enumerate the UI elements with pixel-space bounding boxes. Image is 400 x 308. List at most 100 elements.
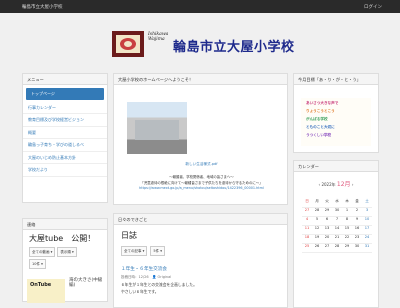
calendar-day[interactable]: 5 — [312, 217, 322, 225]
calendar-day[interactable]: 28 — [312, 208, 322, 216]
diary-panel: 日々のできごと 日誌 全ての記事 ▾ 5件 ▾ １年生・６年生交流会 投稿日時：… — [113, 213, 288, 308]
calendar-prev-icon[interactable]: ‹ — [319, 182, 321, 187]
calendar-week-row: 27 28 29 30 1 2 3 — [302, 208, 372, 217]
menu-item-guide[interactable]: 輪島っ子育ち・学びの道しるべ — [23, 139, 107, 152]
calendar-next-icon[interactable]: › — [352, 182, 354, 187]
pdf-link[interactable]: 新しい生活様式.pdf — [114, 162, 289, 167]
motto-panel: 今月目標「あ・り・が・と・う」 あいさつ大きな声で りょうこうとこう がんばる学… — [293, 73, 379, 153]
calendar-heading: カレンダー — [294, 161, 378, 172]
welcome-caption-2: 「児童虐待の根絶に向けて～報種皆さまで子供たちを虐待から守るためのに～」 — [140, 181, 263, 185]
menu-panel: メニュー トップページ 行事カレンダー 教育目標及び学校経営ビジョン 概要 輪島… — [22, 73, 108, 203]
calendar-weekday-row: 日 月 火 水 木 金 土 — [302, 199, 372, 208]
calendar-day[interactable]: 22 — [342, 235, 352, 243]
weekday-label: 火 — [325, 199, 329, 203]
calendar-day[interactable]: 3 — [362, 208, 372, 216]
menu-item-top[interactable]: トップページ — [26, 88, 104, 100]
calendar-day[interactable]: 2 — [352, 208, 362, 216]
calendar-day[interactable]: 18 — [302, 235, 312, 243]
calendar-day[interactable]: 23 — [352, 235, 362, 243]
site-name-link[interactable]: 輪島市立大屋小学校 — [22, 4, 63, 10]
calendar-day[interactable]: 10 — [362, 217, 372, 225]
weekday-label: 水 — [335, 199, 339, 203]
welcome-heading: 大屋小学校のホームページへようこそ！ — [114, 74, 287, 85]
motto-line-4: とものこと大切に — [306, 125, 335, 129]
video-count-select[interactable]: 10件 ▾ — [29, 259, 46, 269]
video-thumbnail-label: OnTube — [30, 282, 52, 288]
calendar-day[interactable]: 28 — [332, 244, 342, 252]
calendar-day[interactable]: 29 — [322, 208, 332, 216]
weekday-label: 金 — [355, 199, 359, 203]
notice-heading: 連絡 — [23, 219, 107, 230]
calendar-day[interactable]: 14 — [332, 226, 342, 234]
site-title[interactable]: 輪島市立大屋小学校 — [173, 36, 295, 55]
video-filter-select[interactable]: 全ての動画 ▾ — [29, 247, 56, 257]
calendar-day[interactable]: 4 — [302, 217, 312, 225]
video-order-select[interactable]: 表示順 ▾ — [57, 247, 77, 257]
notice-panel: 連絡 大屋tube 公開！ 全ての動画 ▾ 表示順 ▾ 10件 ▾ OnTube… — [22, 218, 108, 303]
weekday-label: 日 — [305, 199, 309, 203]
motto-line-3: がんばる学校 — [306, 117, 328, 121]
tube-title: 大屋tube 公開！ — [29, 234, 96, 243]
article-filter-select[interactable]: 全ての記事 ▾ — [121, 246, 148, 256]
menu-heading: メニュー — [23, 74, 107, 85]
post-body-2: やさしい６年生です。 — [121, 289, 159, 294]
calendar-day[interactable]: 17 — [362, 226, 372, 234]
calendar-day[interactable]: 30 — [352, 244, 362, 252]
calendar-day[interactable]: 13 — [322, 226, 332, 234]
weekday-label: 木 — [345, 199, 349, 203]
welcome-panel: 大屋小学校のホームページへようこそ！ 新しい生活様式.pdf ～報護者、学校関係… — [113, 73, 288, 205]
calendar-month: 12月 — [336, 181, 351, 188]
calendar-day[interactable]: 15 — [342, 226, 352, 234]
calendar-day[interactable]: 27 — [322, 244, 332, 252]
calendar-month-header: ‹ 2022年 12月 › — [294, 172, 378, 188]
login-link[interactable]: ログイン — [364, 4, 382, 10]
calendar-day[interactable]: 31 — [362, 244, 372, 252]
site-header: Ishikawa Wajima 輪島市立大屋小学校 — [0, 13, 400, 57]
school-logo-icon[interactable] — [112, 31, 144, 57]
calendar-year: 2022年 — [321, 182, 336, 187]
logo-subtitle: Ishikawa Wajima — [148, 32, 169, 42]
post-meta: 投稿日時：12/26 👤 Original — [121, 275, 172, 279]
calendar-day[interactable]: 16 — [352, 226, 362, 234]
calendar-day[interactable]: 29 — [342, 244, 352, 252]
school-building-photo — [127, 102, 187, 154]
calendar-day[interactable]: 8 — [342, 217, 352, 225]
calendar-day[interactable]: 20 — [322, 235, 332, 243]
calendar-week-row: 4 5 6 7 8 9 10 — [302, 217, 372, 226]
calendar-day[interactable]: 26 — [312, 244, 322, 252]
post-title-link[interactable]: １年生・６年生交流会 — [114, 258, 287, 274]
calendar-day[interactable]: 12 — [312, 226, 322, 234]
calendar-day[interactable]: 25 — [302, 244, 312, 252]
calendar-grid: 日 月 火 水 木 金 土 27 28 29 30 1 2 3 4 5 6 7 8 9 10 11 12 13 1… — [302, 199, 372, 253]
calendar-week-row: 25 26 27 28 29 30 31 — [302, 244, 372, 253]
calendar-day[interactable]: 7 — [332, 217, 342, 225]
motto-line-1: あいさつ大きな声で — [306, 101, 339, 105]
menu-item-vision[interactable]: 教育目標及び学校経営ビジョン — [23, 114, 107, 127]
calendar-day[interactable]: 27 — [302, 208, 312, 216]
calendar-day[interactable]: 9 — [352, 217, 362, 225]
top-navbar: 輪島市立大屋小学校 ログイン — [0, 0, 400, 13]
mext-link[interactable]: https://www.mext.go.jp/a_menu/shotou/sei… — [114, 186, 289, 190]
motto-line-5: うつくしい学校 — [306, 133, 332, 137]
calendar-day[interactable]: 1 — [342, 208, 352, 216]
menu-item-newsletter[interactable]: 学校だより — [23, 164, 107, 177]
calendar-week-row: 18 19 20 21 22 23 24 — [302, 235, 372, 244]
calendar-panel: カレンダー ‹ 2022年 12月 › 日 月 火 水 木 金 土 27 28 29… — [293, 160, 379, 308]
weekday-label: 月 — [315, 199, 319, 203]
calendar-day[interactable]: 24 — [362, 235, 372, 243]
article-count-select[interactable]: 5件 ▾ — [150, 246, 165, 256]
menu-item-overview[interactable]: 概要 — [23, 127, 107, 139]
calendar-day[interactable]: 30 — [332, 208, 342, 216]
diary-title: 日誌 — [121, 231, 137, 240]
video-title-link[interactable]: 海の大きさ(中級編) — [69, 278, 107, 288]
motto-line-2: りょうこうとこう — [306, 109, 335, 113]
menu-item-policy[interactable]: 大屋のいじめ防止基本方針 — [23, 152, 107, 164]
calendar-day[interactable]: 19 — [312, 235, 322, 243]
post-body-1: ６年生が１年生との交流会を企画しました。 — [121, 282, 197, 287]
diary-heading: 日々のできごと — [114, 214, 287, 225]
calendar-day[interactable]: 6 — [322, 217, 332, 225]
calendar-day[interactable]: 21 — [332, 235, 342, 243]
menu-item-calendar[interactable]: 行事カレンダー — [23, 102, 107, 114]
calendar-day[interactable]: 11 — [302, 226, 312, 234]
motto-heading: 今月目標「あ・り・が・と・う」 — [294, 74, 378, 85]
